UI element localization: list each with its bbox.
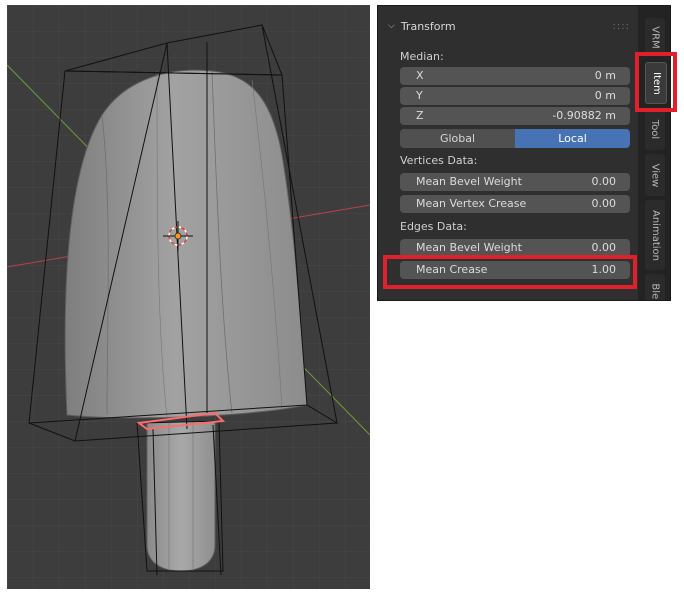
drag-grip-icon[interactable]: :::: bbox=[613, 21, 630, 32]
tab-label: Animation bbox=[649, 209, 661, 261]
field-value: 0 m bbox=[594, 89, 616, 102]
tab-label: Blen bbox=[649, 282, 661, 301]
field-value: 0.00 bbox=[591, 197, 617, 210]
field-label: Y bbox=[416, 89, 423, 102]
sidebar-n-panel: ⌵ Transform :::: Median: X 0 m Y 0 m Z -… bbox=[377, 5, 671, 301]
tab-item[interactable]: Item bbox=[645, 62, 667, 104]
tab-label: View bbox=[649, 163, 661, 187]
tab-animation[interactable]: Animation bbox=[645, 200, 665, 270]
edges-data-label: Edges Data: bbox=[400, 220, 467, 233]
tab-label: Item bbox=[650, 71, 662, 95]
global-toggle-button[interactable]: Global bbox=[400, 129, 515, 148]
field-value: 0.00 bbox=[591, 241, 617, 254]
tab-blender[interactable]: Blen bbox=[645, 274, 665, 301]
transform-header-label: Transform bbox=[400, 19, 456, 33]
field-value: -0.90882 m bbox=[552, 109, 616, 122]
field-label: Mean Bevel Weight bbox=[416, 241, 522, 254]
viewport-canvas[interactable] bbox=[7, 5, 370, 589]
field-label: Mean Crease bbox=[416, 263, 488, 276]
field-value: 1.00 bbox=[591, 263, 617, 276]
space-toggle: Global Local bbox=[400, 129, 630, 148]
field-label: X bbox=[416, 69, 424, 82]
field-value: 0.00 bbox=[591, 175, 617, 188]
edge-mean-crease-field[interactable]: Mean Crease 1.00 bbox=[400, 261, 630, 279]
popsicle-stick-mesh[interactable] bbox=[146, 420, 216, 572]
local-toggle-button[interactable]: Local bbox=[515, 129, 630, 148]
vertex-bevel-weight-field[interactable]: Mean Bevel Weight 0.00 bbox=[400, 173, 630, 191]
tab-label: VRM bbox=[649, 25, 661, 49]
tab-tool[interactable]: Tool bbox=[645, 108, 665, 150]
tab-view[interactable]: View bbox=[645, 154, 665, 196]
transform-header[interactable]: ⌵ Transform :::: bbox=[388, 14, 638, 38]
field-label: Mean Bevel Weight bbox=[416, 175, 522, 188]
transform-panel: ⌵ Transform :::: Median: X 0 m Y 0 m Z -… bbox=[378, 6, 638, 300]
vertices-data-label: Vertices Data: bbox=[400, 154, 478, 167]
vertex-crease-field[interactable]: Mean Vertex Crease 0.00 bbox=[400, 195, 630, 213]
field-value: 0 m bbox=[594, 69, 616, 82]
tab-vrm[interactable]: VRM bbox=[645, 18, 665, 56]
sidebar-tabs: VRM Item Tool View Animation Blen bbox=[641, 6, 670, 300]
field-label: Z bbox=[416, 109, 424, 122]
median-y-field[interactable]: Y 0 m bbox=[400, 87, 630, 105]
field-label: Mean Vertex Crease bbox=[416, 197, 527, 210]
median-x-field[interactable]: X 0 m bbox=[400, 67, 630, 85]
tab-label: Tool bbox=[649, 119, 661, 139]
median-label: Median: bbox=[400, 50, 444, 63]
3d-viewport[interactable] bbox=[7, 5, 370, 589]
chevron-down-icon[interactable]: ⌵ bbox=[388, 21, 395, 31]
median-z-field[interactable]: Z -0.90882 m bbox=[400, 107, 630, 125]
popsicle-mesh[interactable] bbox=[64, 69, 308, 419]
edge-bevel-weight-field[interactable]: Mean Bevel Weight 0.00 bbox=[400, 239, 630, 257]
